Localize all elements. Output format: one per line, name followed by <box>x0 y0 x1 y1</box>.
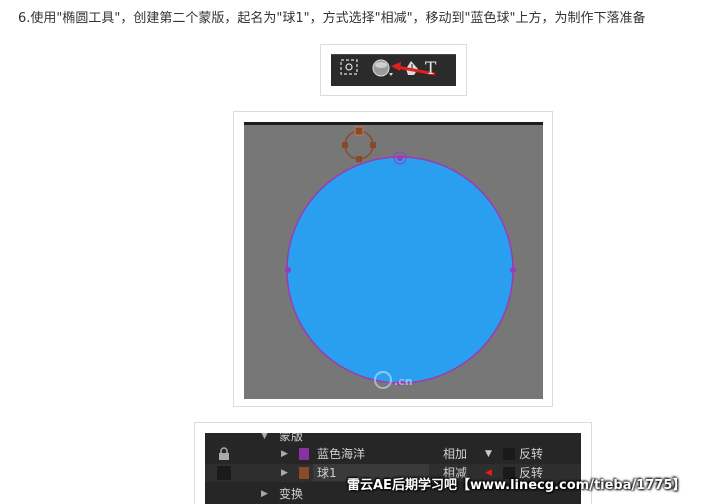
timeline-layers: ▼ 蒙版 ▶ 蓝色海洋 相加 ▼ 反转 ▶ 球1 相减 ◀ 反转 ▶ 变换 <box>205 433 581 504</box>
invert-label: 反转 <box>519 447 544 461</box>
expand-triangle-icon[interactable]: ▶ <box>261 486 268 502</box>
selection-marquee-icon[interactable] <box>340 59 358 75</box>
ball1-mask-path[interactable] <box>342 126 376 162</box>
comp-view-screenshot: .cn <box>233 111 553 407</box>
transform-label: 变换 <box>279 487 304 501</box>
svg-text:.cn: .cn <box>394 375 413 388</box>
mask-vertex-top <box>397 155 403 161</box>
invert-checkbox[interactable] <box>503 448 515 460</box>
mask-name[interactable]: 蓝色海洋 <box>317 446 365 462</box>
expand-triangle-icon[interactable]: ▶ <box>281 465 288 481</box>
mask-group-label: 蒙版 <box>279 433 304 443</box>
tools-panel: T <box>331 54 456 86</box>
visibility-toggle[interactable] <box>217 466 231 480</box>
ellipse-tool-icon[interactable] <box>372 59 393 77</box>
mask-mode-select[interactable]: 相加 <box>443 446 467 462</box>
composition-viewer[interactable]: .cn <box>244 122 543 399</box>
expand-triangle-icon[interactable]: ▼ <box>261 433 268 444</box>
mask-row[interactable]: ▶ 蓝色海洋 相加 ▼ 反转 <box>205 445 581 463</box>
mask-color-swatch[interactable] <box>299 467 309 479</box>
expand-triangle-icon[interactable]: ▶ <box>281 446 288 462</box>
mask-name[interactable]: 球1 <box>317 465 337 481</box>
mask-color-swatch[interactable] <box>299 448 309 460</box>
toolbar-screenshot: T <box>320 44 467 96</box>
mask-vertex-right <box>510 267 516 273</box>
lock-icon[interactable] <box>217 447 231 461</box>
chevron-down-icon[interactable]: ▼ <box>485 446 492 462</box>
step-instruction: 6.使用"椭圆工具"，创建第二个蒙版，起名为"球1"，方式选择"相减"，移动到"… <box>18 11 646 26</box>
svg-text:T: T <box>425 59 437 79</box>
mask-vertex-left <box>285 267 291 273</box>
site-watermark: 雷云AE后期学习吧【www.linecg.com/tieba/1775】 <box>347 478 686 493</box>
mask-group-row[interactable]: ▼ 蒙版 <box>205 433 581 445</box>
text-tool-icon[interactable]: T <box>425 59 437 79</box>
blue-ball-layer <box>286 156 514 384</box>
